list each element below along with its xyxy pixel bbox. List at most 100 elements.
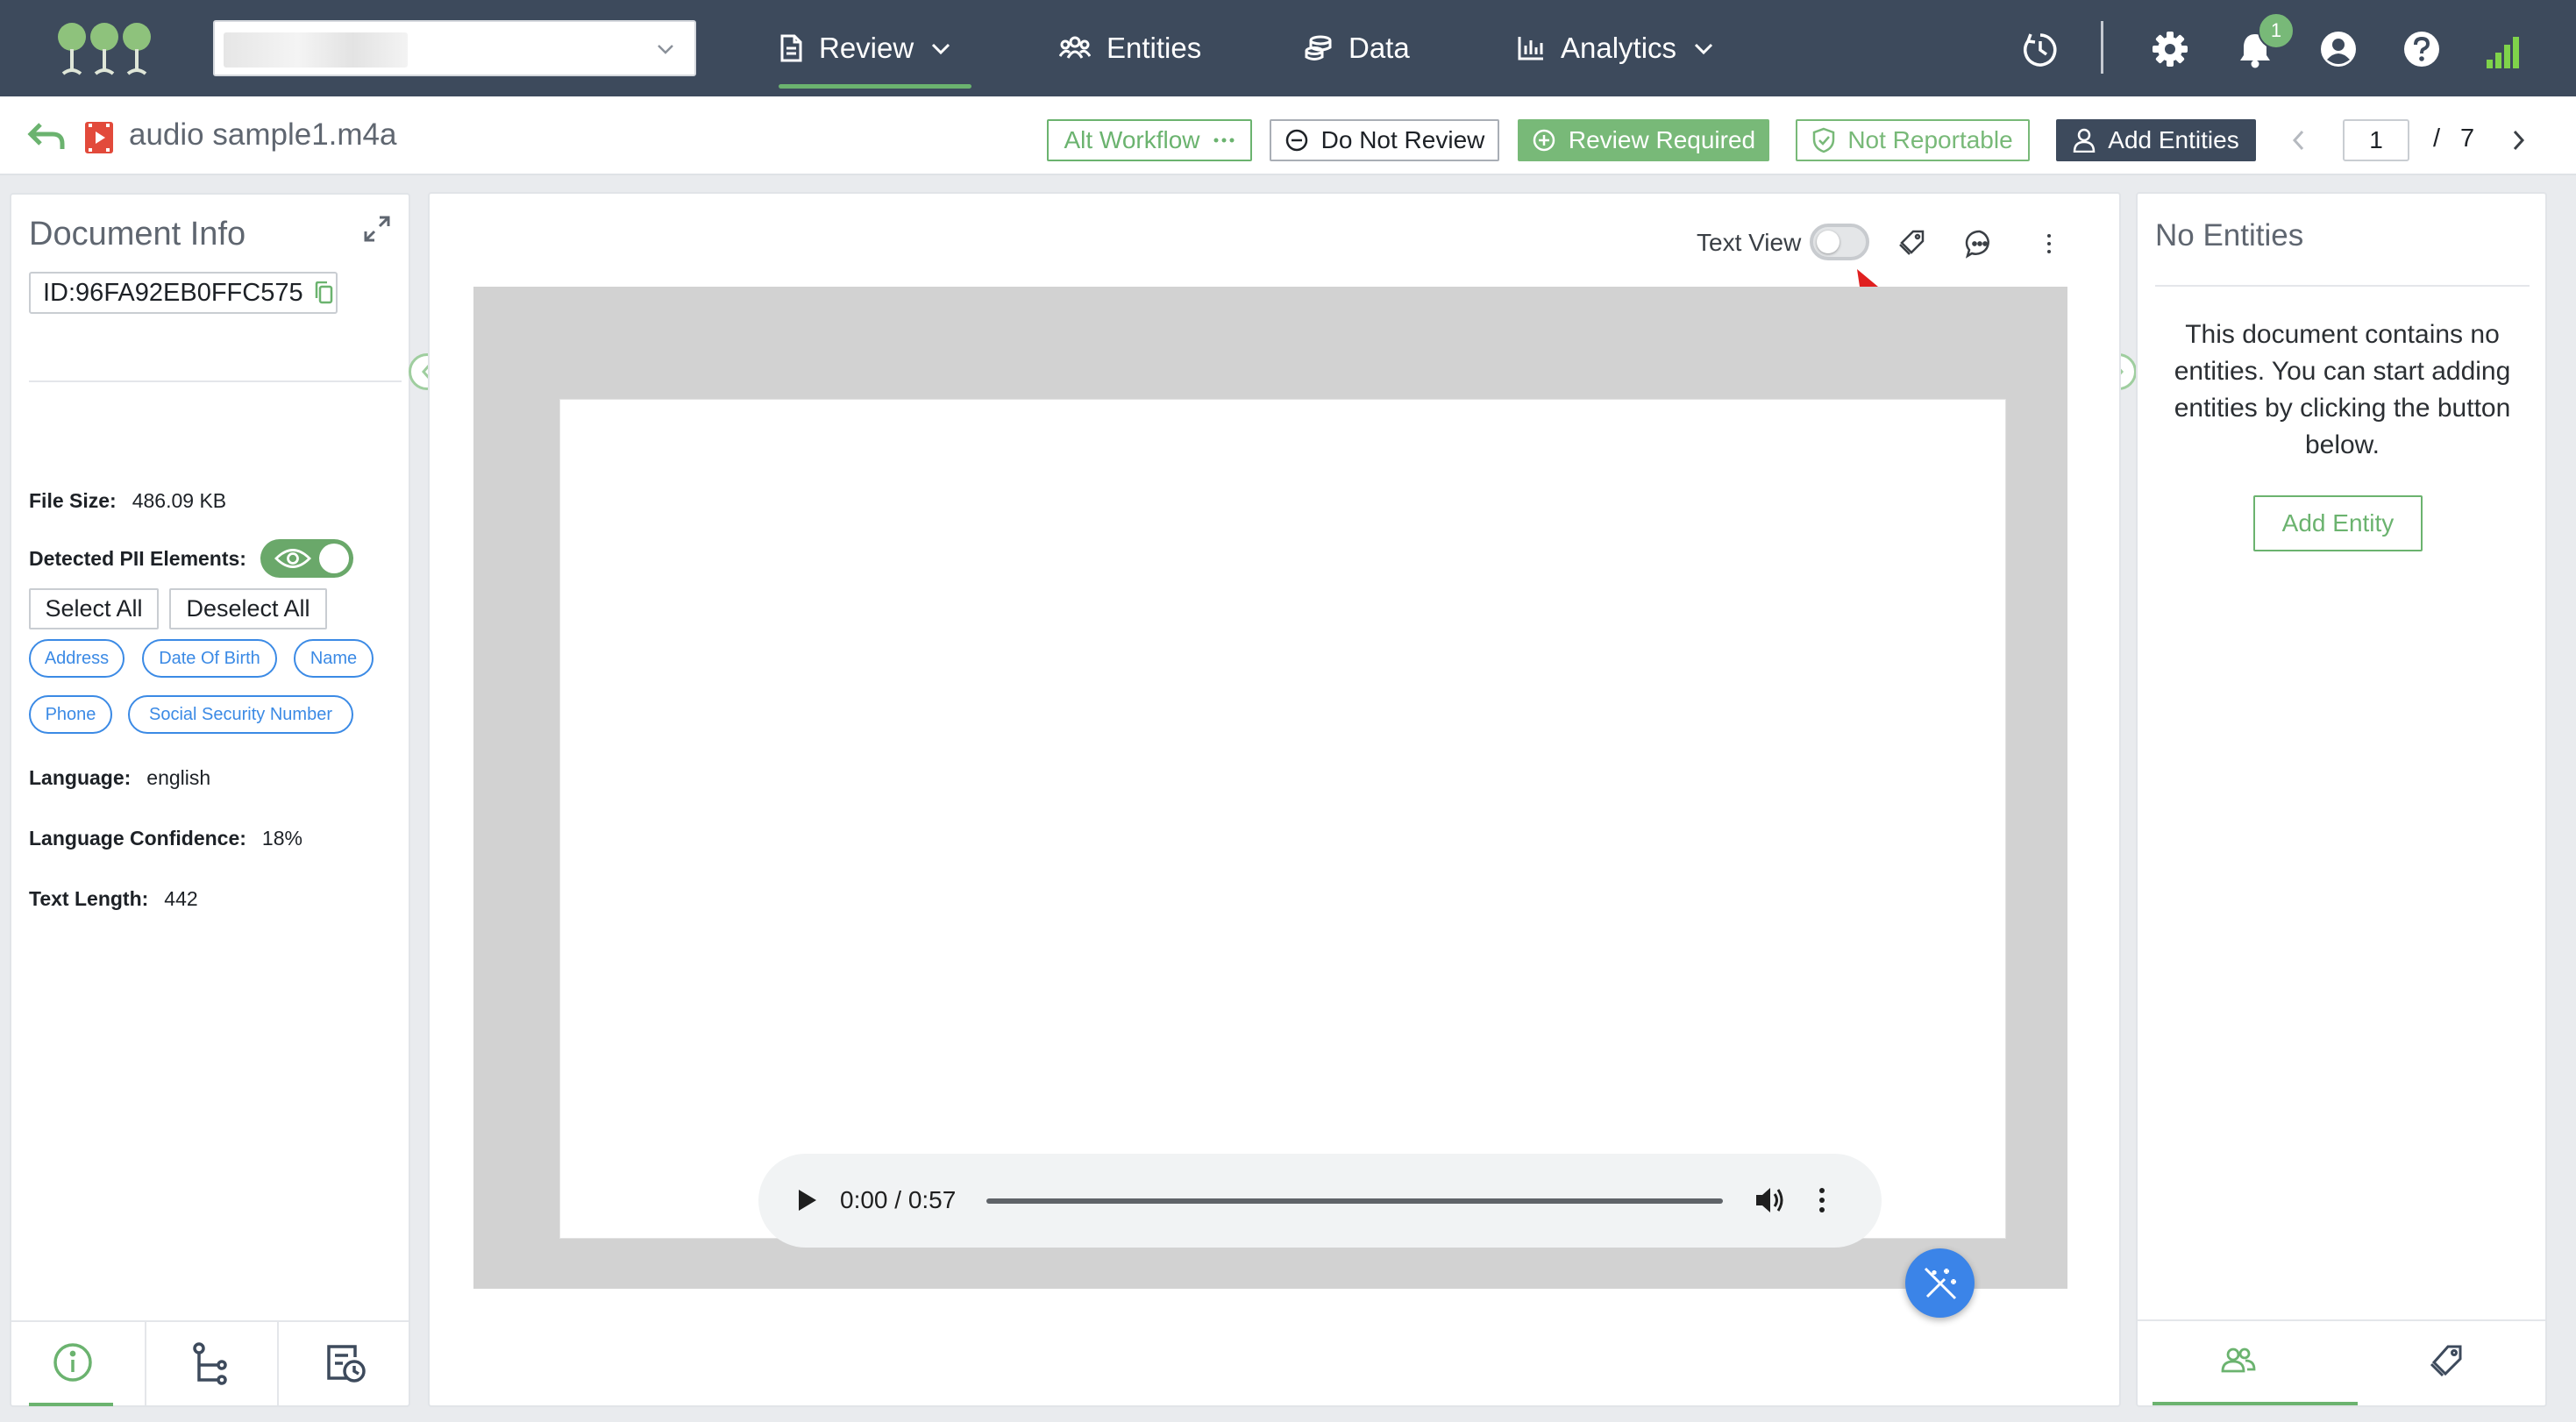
- pii-tag-phone[interactable]: Phone: [29, 695, 112, 734]
- database-icon: [1305, 34, 1333, 62]
- confidence-value: 18%: [261, 827, 302, 850]
- app-logo[interactable]: [56, 19, 153, 77]
- nav-divider: [2101, 21, 2103, 74]
- workflow-tree-icon: [190, 1341, 229, 1385]
- chevron-down-icon: [656, 39, 675, 59]
- document-info-title: Document Info: [29, 216, 246, 252]
- timer-icon[interactable]: [2020, 29, 2060, 69]
- play-icon[interactable]: [795, 1187, 818, 1213]
- workspace-select[interactable]: [213, 20, 696, 76]
- workspace-select-value: [224, 32, 408, 68]
- confidence-label: Language Confidence:: [29, 827, 246, 850]
- active-tab-indicator: [29, 1403, 113, 1406]
- text-length-row: Text Length: 442: [29, 887, 198, 911]
- document-icon: [779, 34, 803, 62]
- document-id-value: ID:96FA92EB0FFC575: [43, 278, 303, 307]
- pii-tag-name[interactable]: Name: [294, 639, 374, 678]
- back-arrow-icon[interactable]: [26, 119, 67, 154]
- magic-wand-button[interactable]: [1905, 1248, 1975, 1318]
- language-confidence-row: Language Confidence: 18%: [29, 827, 302, 850]
- left-panel-tabs: [11, 1320, 409, 1405]
- audio-player[interactable]: 0:00 / 0:57: [758, 1154, 1882, 1248]
- nav-review[interactable]: Review: [779, 0, 952, 96]
- nav-entities[interactable]: Entities: [1059, 0, 1201, 96]
- document-header: audio sample1.m4a Alt Workflow Do Not Re…: [0, 96, 2576, 175]
- volume-icon[interactable]: [1754, 1185, 1788, 1215]
- tab-workflow[interactable]: [190, 1341, 229, 1385]
- nav-data-label: Data: [1348, 32, 1410, 64]
- text-view-label: Text View: [1697, 229, 1802, 256]
- toggle-knob: [319, 544, 349, 573]
- nav-entities-label: Entities: [1107, 32, 1202, 64]
- eye-icon: [274, 547, 311, 570]
- alt-workflow-button[interactable]: Alt Workflow: [1047, 119, 1252, 161]
- entities-panel: No Entities This document contains no en…: [2136, 192, 2547, 1407]
- alt-workflow-label: Alt Workflow: [1064, 126, 1200, 153]
- comment-icon[interactable]: [1965, 229, 1995, 259]
- language-label: Language:: [29, 766, 132, 789]
- person-icon: [2073, 128, 2096, 153]
- pii-visibility-toggle[interactable]: [260, 539, 353, 578]
- review-required-label: Review Required: [1568, 126, 1756, 153]
- file-size-label: File Size:: [29, 489, 117, 512]
- review-required-button[interactable]: Review Required: [1518, 119, 1769, 161]
- gear-icon[interactable]: [2151, 30, 2189, 68]
- help-icon[interactable]: [2402, 30, 2441, 68]
- not-reportable-label: Not Reportable: [1847, 126, 2013, 153]
- add-entities-label: Add Entities: [2108, 126, 2239, 153]
- not-reportable-button[interactable]: Not Reportable: [1796, 119, 2030, 161]
- right-panel-tabs: [2138, 1319, 2545, 1405]
- tab-info[interactable]: [52, 1341, 94, 1383]
- pii-tag-address[interactable]: Address: [29, 639, 125, 678]
- viewer-canvas: 0:00 / 0:57: [473, 287, 2067, 1289]
- expand-icon[interactable]: [362, 214, 392, 244]
- nav-review-label: Review: [819, 32, 914, 64]
- file-size-value: 486.09 KB: [132, 489, 227, 512]
- document-viewer-panel: Text View 0:00 / 0:57: [428, 192, 2121, 1407]
- audio-progress-bar[interactable]: [986, 1198, 1723, 1204]
- active-tab-indicator: [2153, 1402, 2358, 1405]
- people-icon: [2221, 1346, 2256, 1374]
- more-vertical-icon[interactable]: [2045, 232, 2053, 255]
- divider: [2155, 285, 2530, 287]
- pii-tag-date-of-birth[interactable]: Date Of Birth: [142, 639, 277, 678]
- language-value: english: [146, 766, 211, 789]
- more-dots-icon: [1213, 137, 1235, 144]
- select-all-button[interactable]: Select All: [29, 588, 159, 629]
- top-navigation-bar: Review Entities Data Analytics 1: [0, 0, 2576, 96]
- nav-analytics[interactable]: Analytics: [1517, 0, 1715, 96]
- next-page-icon[interactable]: [2509, 128, 2527, 153]
- no-entities-message: This document contains no entities. You …: [2174, 320, 2511, 459]
- deselect-all-button[interactable]: Deselect All: [169, 588, 327, 629]
- tab-entities[interactable]: [2221, 1346, 2256, 1374]
- info-icon: [52, 1341, 94, 1383]
- tab-tags[interactable]: [2430, 1344, 2464, 1377]
- text-view-toggle[interactable]: [1810, 224, 1869, 260]
- divider: [29, 380, 402, 382]
- minus-circle-icon: [1284, 128, 1309, 153]
- tab-history[interactable]: [324, 1341, 367, 1385]
- add-entity-button[interactable]: Add Entity: [2253, 495, 2423, 551]
- document-page: 0:00 / 0:57: [559, 399, 2006, 1248]
- tag-icon[interactable]: [1899, 229, 1925, 255]
- copy-icon[interactable]: [314, 281, 333, 304]
- document-info-panel: Document Info ID:96FA92EB0FFC575 File Si…: [10, 193, 410, 1407]
- pii-tag-ssn[interactable]: Social Security Number: [128, 695, 353, 734]
- prev-page-icon[interactable]: [2290, 128, 2308, 153]
- entities-title: No Entities: [2155, 218, 2304, 252]
- language-row: Language: english: [29, 766, 210, 790]
- do-not-review-button[interactable]: Do Not Review: [1270, 119, 1499, 161]
- shield-check-icon: [1812, 127, 1835, 153]
- chevron-down-icon: [1692, 37, 1715, 60]
- nav-data[interactable]: Data: [1305, 0, 1410, 96]
- pii-elements-label: Detected PII Elements:: [29, 547, 262, 571]
- user-account-icon[interactable]: [2319, 30, 2358, 68]
- page-number-input[interactable]: 1: [2343, 119, 2409, 161]
- page-separator: /: [2433, 124, 2441, 153]
- pii-label-text: Detected PII Elements:: [29, 547, 246, 570]
- add-entities-button[interactable]: Add Entities: [2056, 119, 2256, 161]
- signal-strength-icon: [2485, 35, 2520, 70]
- audio-options-icon[interactable]: [1818, 1187, 1826, 1213]
- document-filename: audio sample1.m4a: [129, 117, 397, 152]
- document-id-field: ID:96FA92EB0FFC575: [29, 272, 338, 314]
